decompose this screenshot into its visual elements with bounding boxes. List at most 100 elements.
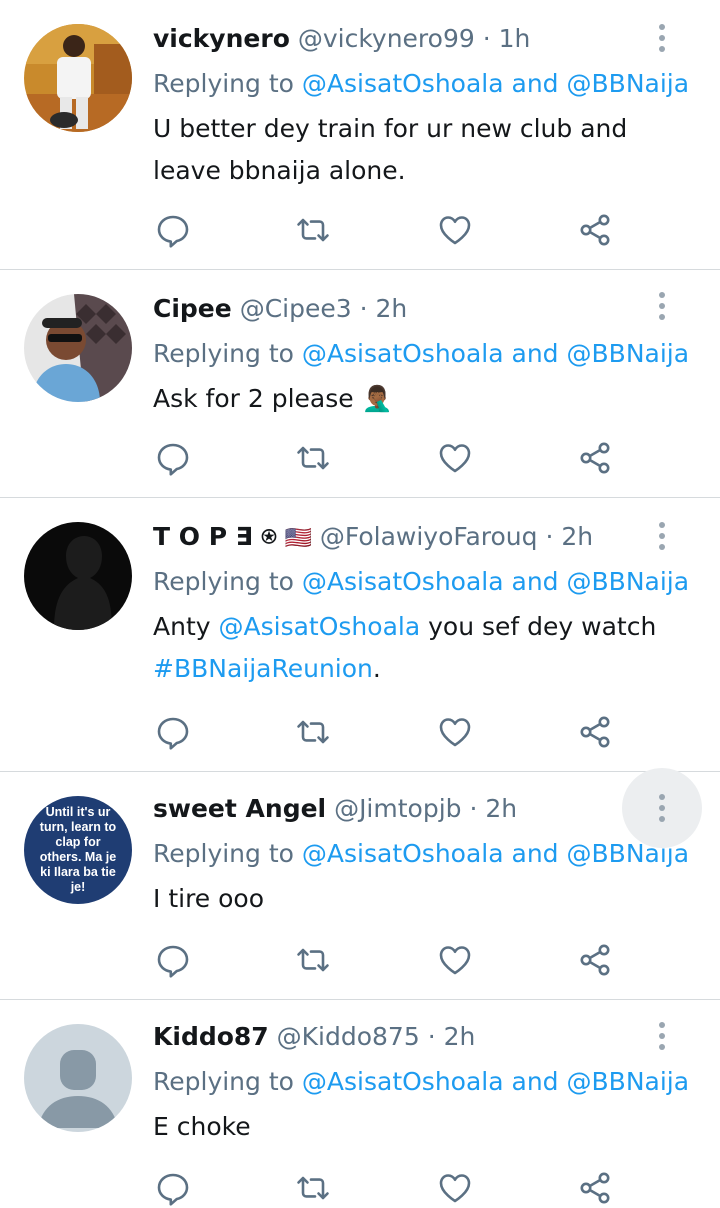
display-name[interactable]: sweet Angel — [153, 794, 326, 823]
reply-button[interactable] — [153, 438, 193, 478]
avatar[interactable]: Until it's ur turn, learn to clap for ot… — [24, 796, 132, 904]
separator-dot: · — [469, 794, 478, 823]
retweet-icon — [297, 720, 329, 744]
retweet-icon — [297, 1176, 329, 1200]
reply-button[interactable] — [153, 1168, 193, 1208]
more-vertical-icon — [659, 292, 665, 320]
user-handle[interactable]: @Jimtopjb — [334, 794, 461, 823]
timestamp[interactable]: 2h — [444, 1022, 476, 1051]
user-handle[interactable]: @vickynero99 — [298, 24, 475, 53]
tweet[interactable]: Until it's ur turn, learn to clap for ot… — [0, 768, 720, 1000]
replying-to-label: Replying to — [153, 839, 294, 868]
tweet-actions — [153, 940, 633, 980]
reply-button[interactable] — [153, 210, 193, 250]
reply-icon — [157, 1173, 189, 1206]
like-button[interactable] — [435, 712, 475, 752]
share-button[interactable] — [575, 1168, 615, 1208]
tweet-text-part: Anty — [153, 612, 211, 641]
tweet[interactable]: Kiddo87 @Kiddo875 · 2h Replying to @Asis… — [0, 1000, 720, 1208]
replying-to: Replying to @AsisatOshoala and @BBNaija — [153, 1062, 689, 1102]
timestamp[interactable]: 2h — [485, 794, 517, 823]
replying-to-and: and — [511, 339, 559, 368]
display-name[interactable]: Kiddo87 — [153, 1022, 269, 1051]
tweet-header: Cipee @Cipee3 · 2h — [153, 292, 680, 326]
share-icon — [580, 716, 610, 748]
hashtag-link[interactable]: #BBNaijaReunion — [153, 654, 373, 683]
tweet-header: vickynero @vickynero99 · 1h — [153, 22, 680, 56]
mention-link[interactable]: @AsisatOshoala — [219, 612, 421, 641]
share-button[interactable] — [575, 438, 615, 478]
tweet-header: T O P ∃ ⍟ 🇺🇸 @FolawiyoFarouq · 2h — [153, 520, 680, 554]
reply-button[interactable] — [153, 940, 193, 980]
retweet-button[interactable] — [293, 940, 333, 980]
mention-link[interactable]: @AsisatOshoala — [302, 1067, 504, 1096]
timestamp[interactable]: 2h — [561, 522, 593, 551]
display-name[interactable]: T O P ∃ ⍟ — [153, 522, 277, 551]
user-handle[interactable]: @FolawiyoFarouq — [320, 522, 538, 551]
avatar[interactable] — [24, 522, 132, 630]
tweet-text: Anty @AsisatOshoala you sef dey watch #B… — [153, 606, 680, 690]
reply-button[interactable] — [153, 712, 193, 752]
tweet-text: Ask for 2 please 🤦🏾‍♂️ — [153, 378, 680, 420]
more-options-button[interactable] — [622, 768, 702, 848]
tweet-text-part: . — [372, 654, 381, 683]
avatar-photo — [24, 522, 132, 630]
retweet-button[interactable] — [293, 438, 333, 478]
timestamp[interactable]: 1h — [499, 24, 531, 53]
tweet-text-content: Ask for 2 please — [153, 384, 354, 413]
mention-link[interactable]: @AsisatOshoala — [302, 839, 504, 868]
replying-to: Replying to @AsisatOshoala and @BBNaija — [153, 334, 689, 374]
retweet-button[interactable] — [293, 712, 333, 752]
like-button[interactable] — [435, 1168, 475, 1208]
more-vertical-icon — [659, 1022, 665, 1050]
like-icon — [439, 444, 471, 473]
more-vertical-icon — [659, 794, 665, 822]
more-vertical-icon — [659, 522, 665, 550]
share-button[interactable] — [575, 940, 615, 980]
mention-link[interactable]: @AsisatOshoala — [302, 567, 504, 596]
share-button[interactable] — [575, 712, 615, 752]
avatar[interactable] — [24, 294, 132, 402]
tweet[interactable]: Cipee @Cipee3 · 2h Replying to @AsisatOs… — [0, 270, 720, 498]
avatar[interactable] — [24, 1024, 132, 1132]
replying-to: Replying to @AsisatOshoala and @BBNaija — [153, 64, 689, 104]
user-handle[interactable]: @Cipee3 — [240, 294, 352, 323]
more-options-button[interactable] — [622, 496, 702, 576]
avatar[interactable] — [24, 24, 132, 132]
separator-dot: · — [359, 294, 368, 323]
display-name[interactable]: vickynero — [153, 24, 290, 53]
tweet[interactable]: T O P ∃ ⍟ 🇺🇸 @FolawiyoFarouq · 2h Replyi… — [0, 498, 720, 772]
more-vertical-icon — [659, 24, 665, 52]
like-button[interactable] — [435, 210, 475, 250]
mention-link[interactable]: @AsisatOshoala — [302, 339, 504, 368]
like-icon — [439, 216, 471, 245]
like-icon — [439, 718, 471, 747]
us-flag-emoji: 🇺🇸 — [284, 526, 312, 551]
retweet-icon — [297, 948, 329, 972]
reply-icon — [157, 945, 189, 978]
more-options-button[interactable] — [622, 0, 702, 78]
display-name[interactable]: Cipee — [153, 294, 232, 323]
mention-link[interactable]: @AsisatOshoala — [302, 69, 504, 98]
share-button[interactable] — [575, 210, 615, 250]
user-handle[interactable]: @Kiddo875 — [277, 1022, 420, 1051]
share-icon — [580, 944, 610, 976]
more-options-button[interactable] — [622, 266, 702, 346]
retweet-icon — [297, 218, 329, 242]
tweet-text: E choke — [153, 1112, 251, 1141]
timestamp[interactable]: 2h — [376, 294, 408, 323]
share-icon — [580, 214, 610, 246]
avatar-photo — [24, 24, 132, 132]
tweet-header: sweet Angel @Jimtopjb · 2h — [153, 792, 680, 826]
like-button[interactable] — [435, 940, 475, 980]
like-button[interactable] — [435, 438, 475, 478]
retweet-button[interactable] — [293, 1168, 333, 1208]
tweet[interactable]: vickynero @vickynero99 · 1h Replying to … — [0, 0, 720, 270]
tweet-actions — [153, 210, 633, 250]
replying-to-label: Replying to — [153, 339, 294, 368]
tweet-header: Kiddo87 @Kiddo875 · 2h — [153, 1020, 680, 1054]
retweet-button[interactable] — [293, 210, 333, 250]
more-options-button[interactable] — [622, 996, 702, 1076]
replying-to-and: and — [511, 1067, 559, 1096]
reply-icon — [157, 717, 189, 750]
